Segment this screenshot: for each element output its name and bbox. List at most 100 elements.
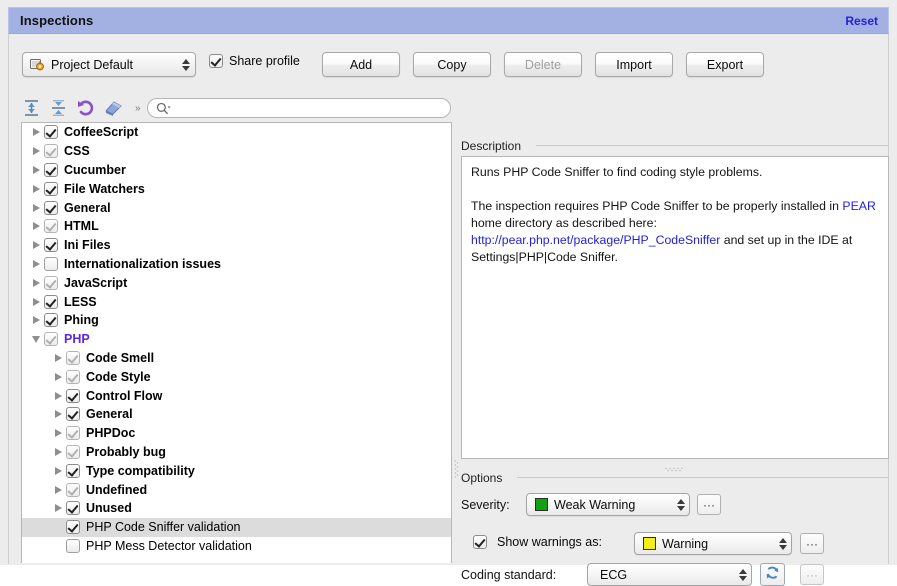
tree-row-checkbox[interactable] <box>44 332 58 347</box>
show-warnings-checkbox-box[interactable] <box>473 535 487 549</box>
tree-row-checkbox[interactable] <box>66 463 80 478</box>
tree-row-checkbox[interactable] <box>66 388 80 403</box>
tree-row[interactable]: CoffeeScript <box>22 123 451 142</box>
add-button[interactable]: Add <box>322 52 400 77</box>
tree-row[interactable]: Undefined <box>22 480 451 499</box>
tree-row[interactable]: Ini Files <box>22 236 451 255</box>
twisty-collapsed-icon[interactable] <box>50 504 66 513</box>
tree-row[interactable]: HTML <box>22 217 451 236</box>
twisty-collapsed-icon[interactable] <box>28 128 44 137</box>
tree-row[interactable]: JavaScript <box>22 273 451 292</box>
tree-row-checkbox[interactable] <box>44 162 58 177</box>
search-box[interactable] <box>146 98 451 118</box>
twisty-collapsed-icon[interactable] <box>50 391 66 400</box>
tree-row-checkbox[interactable] <box>66 482 80 497</box>
tree-row-checkbox[interactable] <box>44 313 58 328</box>
twisty-collapsed-icon[interactable] <box>28 222 44 231</box>
severity-more-button[interactable]: ··· <box>697 494 721 515</box>
delete-button[interactable]: Delete <box>504 52 582 77</box>
codesniffer-url-link[interactable]: http://pear.php.net/package/PHP_CodeSnif… <box>471 233 720 247</box>
tree-row[interactable]: File Watchers <box>22 179 451 198</box>
tree-row[interactable]: Code Style <box>22 367 451 386</box>
twisty-collapsed-icon[interactable] <box>28 203 44 212</box>
tree-row[interactable]: General <box>22 405 451 424</box>
search-input[interactable] <box>171 99 442 117</box>
tree-row-checkbox[interactable] <box>66 426 80 441</box>
tree-row-checkbox[interactable] <box>44 294 58 309</box>
tree-row[interactable]: Cucumber <box>22 161 451 180</box>
inspections-tree[interactable]: CoffeeScript CSS Cucumber File Watchers Gene… <box>21 122 452 563</box>
export-button[interactable]: Export <box>686 52 764 77</box>
import-button[interactable]: Import <box>595 52 673 77</box>
tree-row[interactable]: Phing <box>22 311 451 330</box>
twisty-collapsed-icon[interactable] <box>50 372 66 381</box>
twisty-collapsed-icon[interactable] <box>50 485 66 494</box>
toolbar-overflow-icon[interactable]: » <box>135 103 141 114</box>
tree-row-checkbox[interactable] <box>44 256 58 271</box>
horizontal-splitter-grip[interactable] <box>664 461 686 472</box>
tree-row[interactable]: PHP Mess Detector validation <box>22 537 451 556</box>
tree-row[interactable]: LESS <box>22 292 451 311</box>
tree-row[interactable]: Type compatibility <box>22 461 451 480</box>
coding-standard-more-button[interactable]: ··· <box>800 564 824 585</box>
expand-all-icon[interactable] <box>21 98 43 118</box>
twisty-expanded-icon[interactable] <box>28 335 44 343</box>
twisty-collapsed-icon[interactable] <box>28 184 44 193</box>
tree-row[interactable]: Control Flow <box>22 386 451 405</box>
tree-row[interactable]: CSS <box>22 142 451 161</box>
tree-row[interactable]: PHPDoc <box>22 424 451 443</box>
tree-row-checkbox[interactable] <box>66 538 80 553</box>
tree-row-checkbox[interactable] <box>66 501 80 516</box>
share-profile-checkbox-box[interactable] <box>209 54 223 68</box>
tree-row[interactable]: PHP Code Sniffer validation <box>22 517 451 537</box>
twisty-collapsed-icon[interactable] <box>28 297 44 306</box>
show-warnings-color-swatch <box>643 537 656 550</box>
eraser-icon[interactable] <box>102 98 124 118</box>
twisty-collapsed-icon[interactable] <box>28 316 44 325</box>
undo-icon[interactable] <box>75 98 97 118</box>
tree-row-label: Internationalization issues <box>64 256 221 271</box>
tree-row-checkbox[interactable] <box>44 238 58 253</box>
severity-select[interactable]: Weak Warning <box>526 493 690 516</box>
show-warnings-more-button[interactable]: ··· <box>800 533 824 554</box>
twisty-collapsed-icon[interactable] <box>28 165 44 174</box>
twisty-collapsed-icon[interactable] <box>50 429 66 438</box>
coding-standard-refresh-button[interactable] <box>760 563 785 586</box>
tree-row[interactable]: PHP <box>22 330 451 349</box>
twisty-collapsed-icon[interactable] <box>28 147 44 156</box>
tree-row[interactable]: Probably bug <box>22 443 451 462</box>
reset-link[interactable]: Reset <box>845 14 878 28</box>
tree-row-checkbox[interactable] <box>66 350 80 365</box>
tree-row[interactable]: Code Smell <box>22 349 451 368</box>
tree-row-checkbox[interactable] <box>44 200 58 215</box>
twisty-collapsed-icon[interactable] <box>28 278 44 287</box>
tree-row[interactable]: Unused <box>22 499 451 518</box>
share-profile-checkbox[interactable]: Share profile <box>209 54 300 68</box>
show-warnings-checkbox[interactable]: Show warnings as: <box>473 535 602 549</box>
twisty-collapsed-icon[interactable] <box>50 353 66 362</box>
tree-row-checkbox[interactable] <box>66 369 80 384</box>
tree-row-checkbox[interactable] <box>44 144 58 159</box>
pear-link[interactable]: PEAR <box>842 199 876 213</box>
tree-row-checkbox[interactable] <box>66 520 80 535</box>
vertical-splitter-grip[interactable] <box>454 459 459 481</box>
twisty-collapsed-icon[interactable] <box>50 447 66 456</box>
copy-button[interactable]: Copy <box>413 52 491 77</box>
tree-row[interactable]: General <box>22 198 451 217</box>
twisty-collapsed-icon[interactable] <box>28 259 44 268</box>
tree-row-checkbox[interactable] <box>44 275 58 290</box>
collapse-all-icon[interactable] <box>48 98 70 118</box>
tree-row-checkbox[interactable] <box>44 181 58 196</box>
profile-select[interactable]: Project Default <box>22 52 196 77</box>
tree-row-checkbox[interactable] <box>66 444 80 459</box>
tree-row-checkbox[interactable] <box>66 407 80 422</box>
twisty-collapsed-icon[interactable] <box>50 410 66 419</box>
tree-row[interactable]: Internationalization issues <box>22 255 451 274</box>
show-warnings-select[interactable]: Warning <box>634 532 792 555</box>
twisty-collapsed-icon[interactable] <box>50 466 66 475</box>
coding-standard-select[interactable]: ECG <box>587 563 752 586</box>
tree-row-checkbox[interactable] <box>44 219 58 234</box>
tree-row-checkbox[interactable] <box>44 125 58 140</box>
twisty-collapsed-icon[interactable] <box>28 241 44 250</box>
